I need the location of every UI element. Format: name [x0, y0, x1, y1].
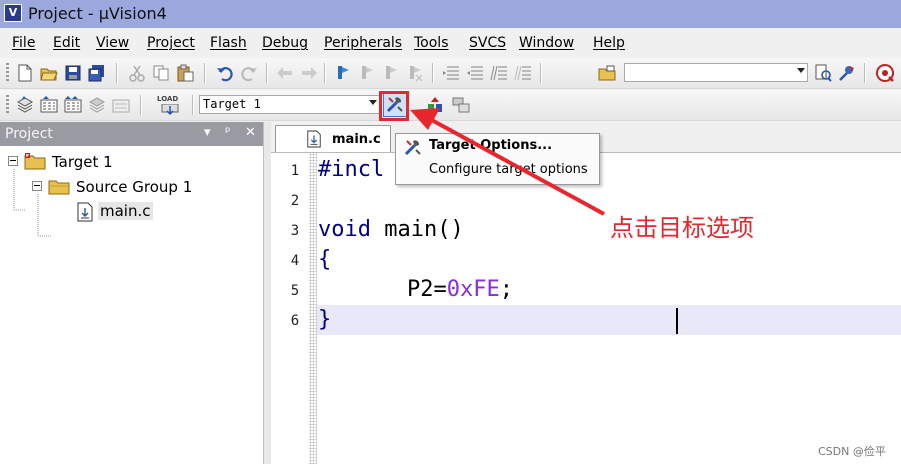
annotation-arrow	[410, 108, 605, 216]
watermark: CSDN @俭平	[818, 445, 886, 458]
annotation-text: 点击目标选项	[610, 214, 754, 242]
